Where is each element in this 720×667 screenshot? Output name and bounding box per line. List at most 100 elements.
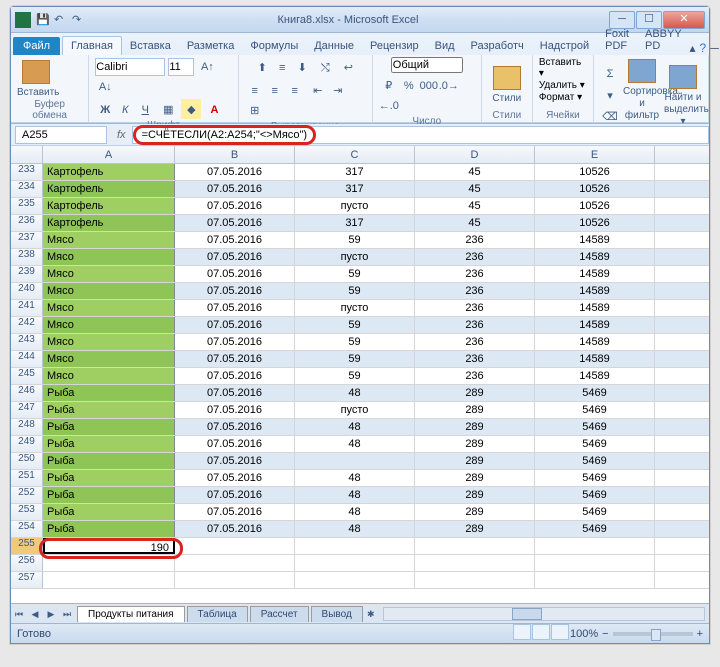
new-sheet-icon[interactable]: ✱ xyxy=(363,606,379,622)
cell[interactable]: 45 xyxy=(415,181,535,197)
cell[interactable]: 10526 xyxy=(535,215,655,231)
cell[interactable]: 48 xyxy=(295,385,415,401)
cell[interactable]: 07.05.2016 xyxy=(175,334,295,350)
cell[interactable]: 07.05.2016 xyxy=(175,453,295,469)
cell[interactable]: 07.05.2016 xyxy=(175,487,295,503)
currency-icon[interactable]: ₽ xyxy=(379,75,399,95)
cell[interactable]: 5469 xyxy=(535,385,655,401)
cell[interactable]: Картофель xyxy=(43,215,175,231)
align-center-icon[interactable]: ≡ xyxy=(265,81,285,101)
cell[interactable]: 48 xyxy=(295,470,415,486)
table-row[interactable]: 244Мясо07.05.20165923614589 xyxy=(11,351,709,368)
cell[interactable]: 289 xyxy=(415,419,535,435)
cell[interactable]: 317 xyxy=(295,181,415,197)
cell[interactable]: 289 xyxy=(415,453,535,469)
align-left-icon[interactable]: ≡ xyxy=(245,81,265,101)
cell[interactable]: 236 xyxy=(415,300,535,316)
cell[interactable]: 48 xyxy=(295,504,415,520)
italic-icon[interactable]: К xyxy=(115,100,135,120)
cell[interactable]: пусто xyxy=(295,198,415,214)
table-row[interactable]: 246Рыба07.05.2016482895469 xyxy=(11,385,709,402)
table-row[interactable]: 238Мясо07.05.2016пусто23614589 xyxy=(11,249,709,266)
cell[interactable]: 07.05.2016 xyxy=(175,215,295,231)
row-header[interactable]: 235 xyxy=(11,198,43,214)
cell[interactable]: 45 xyxy=(415,215,535,231)
dec-decimal-icon[interactable]: ←.0 xyxy=(379,96,399,116)
cell[interactable]: 07.05.2016 xyxy=(175,419,295,435)
align-top-icon[interactable]: ⬆ xyxy=(252,57,272,77)
find-select-button[interactable]: Найти и выделить ▾ xyxy=(664,63,702,127)
cell[interactable]: 317 xyxy=(295,164,415,180)
cell[interactable] xyxy=(295,453,415,469)
sheet-nav-last-icon[interactable]: ⏭ xyxy=(59,606,75,622)
tab-foxit[interactable]: Foxit PDF xyxy=(597,25,637,55)
row-header[interactable]: 237 xyxy=(11,232,43,248)
table-row[interactable]: 239Мясо07.05.20165923614589 xyxy=(11,266,709,283)
row-header[interactable]: 251 xyxy=(11,470,43,486)
save-icon[interactable]: 💾 xyxy=(35,12,51,28)
clear-icon[interactable]: ⌫ xyxy=(600,106,620,126)
cell[interactable]: 236 xyxy=(415,232,535,248)
cell[interactable]: 07.05.2016 xyxy=(175,402,295,418)
cell[interactable]: 289 xyxy=(415,487,535,503)
shrink-font-icon[interactable]: A↓ xyxy=(95,77,115,97)
cell[interactable]: 5469 xyxy=(535,470,655,486)
cell[interactable]: 07.05.2016 xyxy=(175,385,295,401)
cell[interactable]: 236 xyxy=(415,368,535,384)
cell[interactable]: 48 xyxy=(295,487,415,503)
row-header[interactable]: 240 xyxy=(11,283,43,299)
cell[interactable]: Мясо xyxy=(43,300,175,316)
tab-home[interactable]: Главная xyxy=(62,36,122,55)
border-icon[interactable]: ▦ xyxy=(158,99,178,119)
col-header-e[interactable]: E xyxy=(535,146,655,163)
cell[interactable]: Рыба xyxy=(43,470,175,486)
sheet-tab-active[interactable]: Продукты питания xyxy=(77,606,185,622)
cell[interactable]: 59 xyxy=(295,351,415,367)
tab-data[interactable]: Данные xyxy=(306,37,362,55)
cell[interactable]: 14589 xyxy=(535,283,655,299)
cell[interactable]: 14589 xyxy=(535,317,655,333)
table-row[interactable]: 245Мясо07.05.20165923614589 xyxy=(11,368,709,385)
cell[interactable]: Мясо xyxy=(43,249,175,265)
cell[interactable]: 14589 xyxy=(535,266,655,282)
zoom-out-icon[interactable]: − xyxy=(602,628,608,640)
cell[interactable]: Картофель xyxy=(43,164,175,180)
fill-icon[interactable]: ▾ xyxy=(600,85,620,105)
table-row[interactable]: 235Картофель07.05.2016пусто4510526 xyxy=(11,198,709,215)
cell[interactable]: 236 xyxy=(415,351,535,367)
row-header[interactable]: 239 xyxy=(11,266,43,282)
cell[interactable]: 5469 xyxy=(535,453,655,469)
sheet-tab-1[interactable]: Таблица xyxy=(187,606,248,622)
help-icon[interactable]: ? xyxy=(700,41,707,55)
tab-file[interactable]: Файл xyxy=(13,37,60,55)
cell[interactable]: 59 xyxy=(295,317,415,333)
cell[interactable]: Рыба xyxy=(43,385,175,401)
cell[interactable]: 07.05.2016 xyxy=(175,164,295,180)
insert-cells-button[interactable]: Вставить ▾ xyxy=(539,57,587,79)
cell[interactable]: 59 xyxy=(295,334,415,350)
cell[interactable]: 14589 xyxy=(535,334,655,350)
row-header[interactable]: 256 xyxy=(11,555,43,571)
font-name-input[interactable] xyxy=(95,58,165,76)
cell[interactable]: 14589 xyxy=(535,368,655,384)
font-size-input[interactable] xyxy=(168,58,194,76)
cell[interactable]: Мясо xyxy=(43,283,175,299)
view-layout-icon[interactable] xyxy=(532,624,550,640)
cell[interactable]: пусто xyxy=(295,300,415,316)
active-cell[interactable]: 190 xyxy=(43,538,175,554)
cell[interactable]: 07.05.2016 xyxy=(175,317,295,333)
select-all-corner[interactable] xyxy=(11,146,43,163)
cell[interactable]: 10526 xyxy=(535,164,655,180)
cell[interactable]: 5469 xyxy=(535,402,655,418)
cell[interactable]: 59 xyxy=(295,266,415,282)
cell[interactable]: Мясо xyxy=(43,351,175,367)
cell[interactable]: Мясо xyxy=(43,334,175,350)
indent-inc-icon[interactable]: ⇥ xyxy=(328,80,348,100)
tab-abbyy[interactable]: ABBYY PD xyxy=(637,25,690,55)
cell[interactable]: Мясо xyxy=(43,232,175,248)
tab-formulas[interactable]: Формулы xyxy=(242,37,306,55)
cell[interactable]: Мясо xyxy=(43,368,175,384)
row-header[interactable]: 255 xyxy=(11,538,43,554)
cell[interactable]: 14589 xyxy=(535,300,655,316)
table-row[interactable]: 241Мясо07.05.2016пусто23614589 xyxy=(11,300,709,317)
